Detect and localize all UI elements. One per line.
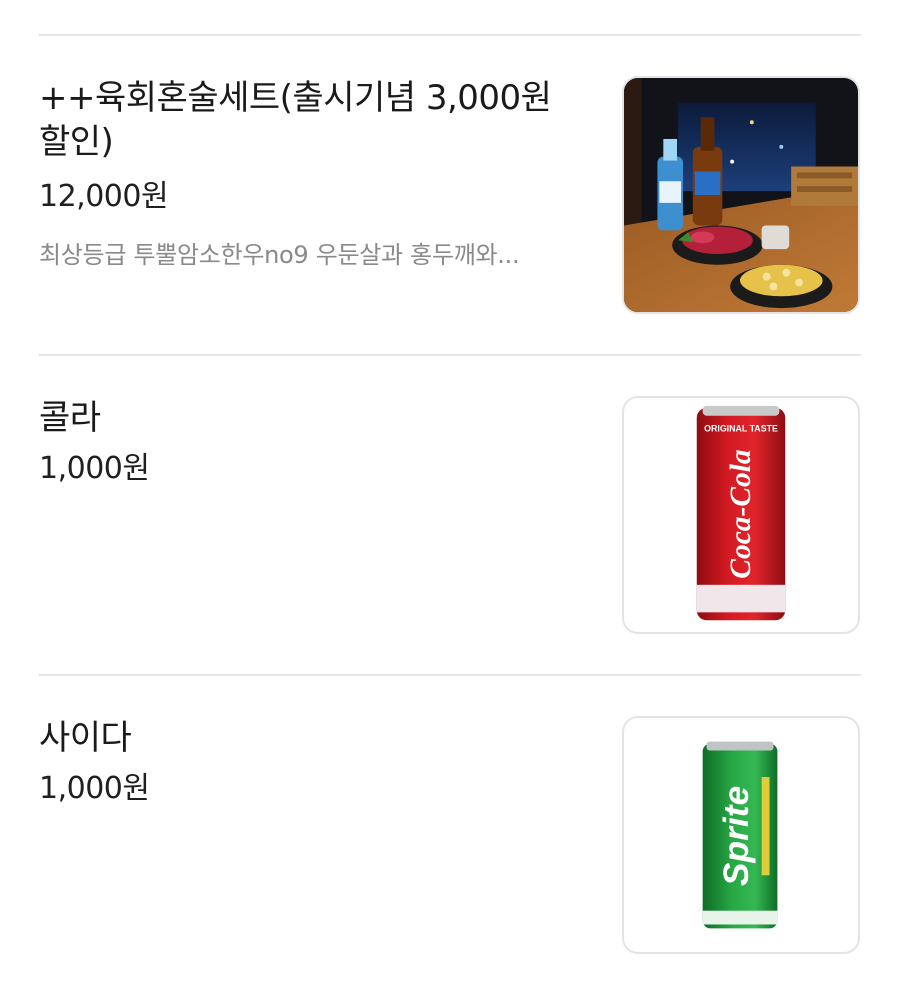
sprite-can-brand-text: Sprite (717, 786, 756, 886)
cola-can-top-text: ORIGINAL TASTE (704, 423, 778, 433)
divider-1 (39, 354, 861, 356)
divider-2 (39, 674, 861, 676)
menu-item-name: ++육회혼술세트(출시기념 3,000원할인) (39, 78, 552, 162)
menu-item-image[interactable]: ORIGINAL TASTE Coca-Cola (622, 396, 860, 634)
menu-item-cola[interactable]: 콜라 1,000원 ORIGINAL TASTE Coca-Cola (39, 396, 861, 636)
yukhoe-set-photo-icon (624, 78, 858, 312)
cola-can-brand-text: Coca-Cola (725, 449, 757, 579)
menu-item-image[interactable] (622, 76, 860, 314)
menu-item-yukhoe-set[interactable]: ++육회혼술세트(출시기념 3,000원할인) 12,000원 최상등급 투뿔암… (39, 76, 861, 316)
menu-item-name: 콜라 (39, 398, 101, 438)
menu-item-image[interactable]: Sprite (622, 716, 860, 954)
sprite-can-photo-icon: Sprite (702, 741, 778, 929)
coca-cola-can-photo-icon: ORIGINAL TASTE Coca-Cola (696, 405, 786, 621)
menu-item-price: 1,000원 (39, 451, 150, 486)
menu-item-price: 12,000원 (39, 179, 169, 214)
divider-top (39, 34, 861, 36)
menu-item-price: 1,000원 (39, 771, 150, 806)
menu-item-description: 최상등급 투뿔암소한우no9 우둔살과 홍두깨와... (39, 241, 520, 269)
menu-item-name: 사이다 (39, 718, 132, 758)
menu-item-cider[interactable]: 사이다 1,000원 Sprite (39, 716, 861, 956)
